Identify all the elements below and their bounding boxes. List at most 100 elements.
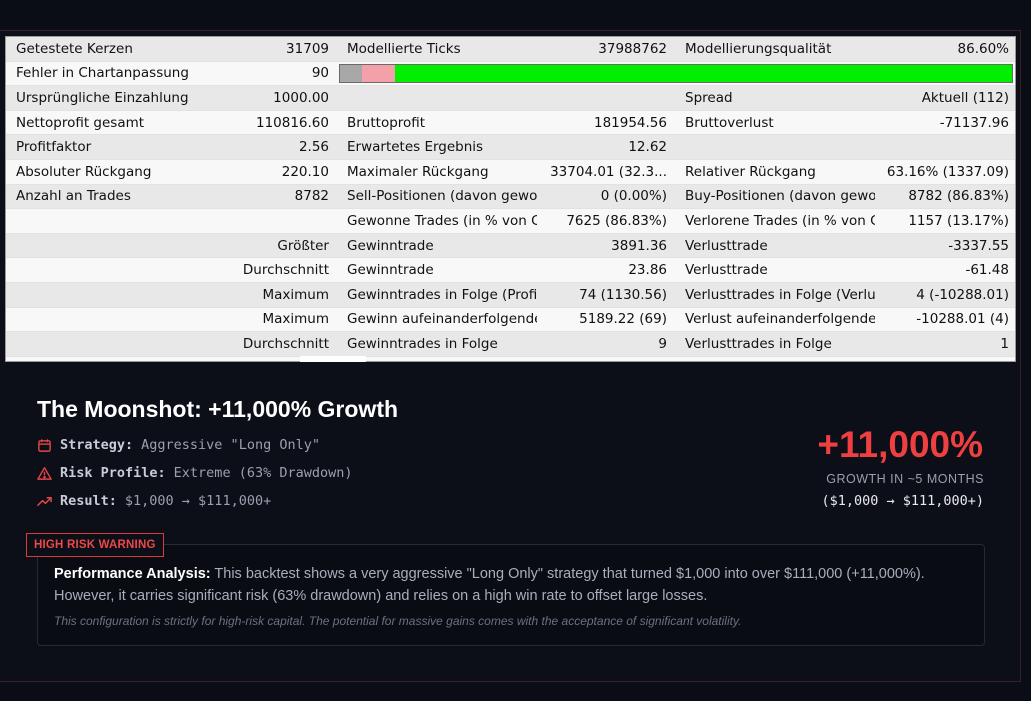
table-cell [337,356,537,361]
table-cell: Maximaler Rückgang [337,159,537,185]
table-row: Maximum Gewinntrades in Folge (Profit... 7… [6,282,1015,308]
table-cell: Spread [675,85,875,111]
risk-line: Risk Profile: Extreme (63% Drawdown) [37,465,352,481]
table-cell: Gewonne Trades (in % von G... [337,208,537,234]
table-cell: 31709 [211,37,337,62]
table-cell: Verlusttrade [675,233,875,259]
table-cell: Buy-Positionen (davon gewo... [675,184,875,210]
table-cell: Nettoprofit gesamt [6,110,211,136]
table-cell: 37988762 [537,37,675,62]
table-cell: 63.16% (1337.09) [875,159,1015,185]
table-row: Profitfaktor 2.56 Erwartetes Ergebnis 12.62 [6,134,1015,160]
table-cell: Modellierungsqualität [675,37,875,62]
table-cell: Sell-Positionen (davon gewo... [337,184,537,210]
table-cell: 23.86 [537,257,675,283]
table-cell: 33704.01 (32.3... [537,159,675,185]
modelling-quality-bar-cell [337,61,1015,87]
table-cell: 4 (-10288.01) [875,282,1015,308]
high-risk-badge: HIGH RISK WARNING [26,533,164,557]
table-cell: 8782 (86.83%) [875,184,1015,210]
table-cell: Gewinntrades in Folge [337,331,537,357]
strategy-label: Strategy: [60,437,134,453]
table-cell: Ursprüngliche Einzahlung [6,85,211,111]
risk-value: Extreme (63% Drawdown) [173,465,353,481]
table-cell [6,233,211,259]
table-row: Fehler in Chartanpassung 90 [6,61,1015,87]
table-row: Größter Gewinntrade 3891.36 Verlusttrade -33… [6,233,1015,259]
table-cell [6,257,211,283]
backtest-report: Getestete Kerzen 31709 Modellierte Ticks 37… [5,36,1016,362]
analysis-paragraph: Performance Analysis: This backtest show… [54,563,969,607]
table-cell: 12.62 [537,134,675,160]
table-cell: Größter [211,233,337,259]
table-cell [6,282,211,308]
table-cell: 2.56 [211,134,337,160]
strategy-value: Aggressive "Long Only" [141,437,320,453]
table-cell: Gewinn aufeinanderfolgende... [337,307,537,333]
table-row: Ursprüngliche Einzahlung 1000.00 Spread Akt… [6,85,1015,111]
warning-triangle-icon [37,466,52,480]
table-row: Gewonne Trades (in % von G... 7625 (86.83… [6,208,1015,234]
table-cell [537,85,675,111]
table-cell [6,307,211,333]
growth-caption: GROWTH IN ~5 MONTHS [826,472,984,486]
table-cell: Erwartetes Ergebnis [337,134,537,160]
table-cell: Profitfaktor [6,134,211,160]
table-cell: -71137.96 [875,110,1015,136]
report-scroll-stub [300,356,366,362]
quality-bar-gray-segment [340,64,362,82]
risk-label: Risk Profile: [60,465,166,481]
table-cell: 86.60% [875,37,1015,62]
table-cell: Verlusttrade [675,257,875,283]
table-row: Absoluter Rückgang 220.10 Maximaler Rückga… [6,159,1015,185]
table-cell: Bruttoverlust [675,110,875,136]
table-cell: Aktuell (112) [875,85,1015,111]
strategy-line: Strategy: Aggressive "Long Only" [37,437,320,453]
table-row: Durchschnitt Gewinntrade 23.86 Verlusttrade… [6,257,1015,283]
table-cell: -3337.55 [875,233,1015,259]
table-cell: 7625 (86.83%) [537,208,675,234]
table-cell: 5189.22 (69) [537,307,675,333]
table-cell: Maximum [211,307,337,333]
table-cell: 181954.56 [537,110,675,136]
table-cell: 0 (0.00%) [537,184,675,210]
report-table: Getestete Kerzen 31709 Modellierte Ticks 37… [6,37,1015,361]
table-cell: Getestete Kerzen [6,37,211,62]
table-cell: 1000.00 [211,85,337,111]
growth-range: ($1,000 → $111,000+) [821,493,984,509]
table-cell [6,208,211,234]
table-row: Getestete Kerzen 31709 Modellierte Ticks 37… [6,37,1015,62]
table-row: Anzahl an Trades 8782 Sell-Positionen (dav… [6,184,1015,210]
quality-bar-pink-segment [361,64,396,82]
table-cell: 1157 (13.17%) [875,208,1015,234]
trend-up-icon [37,496,52,506]
modelling-quality-bar [339,63,1013,83]
table-cell: Gewinntrades in Folge (Profit... [337,282,537,308]
growth-percentage: +11,000% [817,424,983,465]
table-cell [675,134,875,160]
table-cell: Maximum [211,282,337,308]
table-row: Maximum Gewinn aufeinanderfolgende... 5189… [6,307,1015,333]
table-cell [6,356,211,361]
table-cell: 3891.36 [537,233,675,259]
table-cell [337,85,537,111]
table-cell: Gewinntrade [337,257,537,283]
table-cell: Verlusttrades in Folge [675,331,875,357]
table-cell: 110816.60 [211,110,337,136]
table-cell: 9 [537,331,675,357]
table-cell: Modellierte Ticks [337,37,537,62]
table-cell [875,134,1015,160]
table-cell: 8782 [211,184,337,210]
table-cell: Relativer Rückgang [675,159,875,185]
analysis-lead: Performance Analysis: [54,566,211,582]
table-cell: Durchschnitt [211,331,337,357]
table-row: Durchschnitt Gewinntrades in Folge 9 Verlus… [6,331,1015,357]
table-cell: 1 [875,331,1015,357]
table-cell [6,331,211,357]
result-line: Result: $1,000 → $111,000+ [37,493,271,509]
result-value: $1,000 → $111,000+ [124,493,272,509]
table-cell: Verlust aufeinanderfolgende... [675,307,875,333]
table-cell: Verlorene Trades (in % von G... [675,208,875,234]
result-label: Result: [60,493,117,509]
table-cell: Absoluter Rückgang [6,159,211,185]
